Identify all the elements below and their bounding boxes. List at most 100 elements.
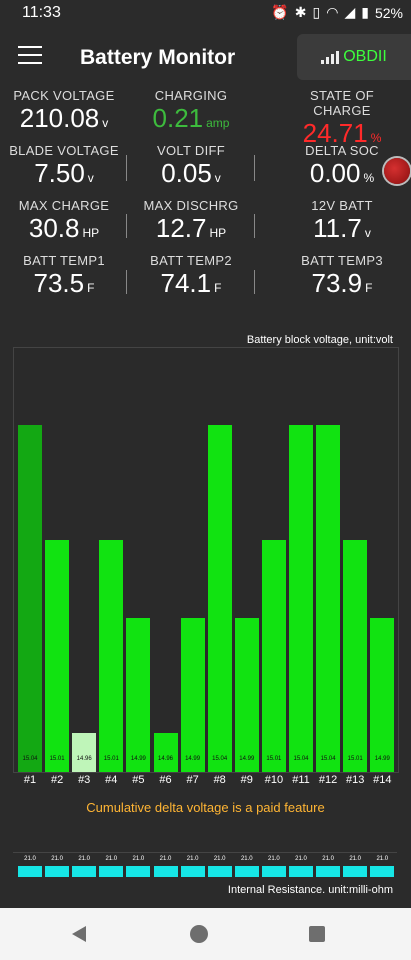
voltage-bar: 15.04 [289,424,313,772]
metric-value: 0.00 [309,158,361,188]
metrics-panel: PACK VOLTAGE 210.08 v CHARGING 0.21 amp STATE … [0,88,411,308]
metric-cell: VOLT DIFF 0.05 v [131,143,251,193]
voltage-bar: 15.01 [261,540,286,772]
bar-value-label: 14.96 [157,756,173,762]
metric-cell: MAX CHARGE 30.8 HP [4,198,124,248]
resistance-bar [153,866,178,877]
metric-cell: BATT TEMP3 73.9 F [282,253,402,303]
metric-unit: v [87,171,94,185]
voltage-bar: 14.96 [72,733,97,772]
metric-label: MAX DISCHRG [143,198,239,213]
divider [126,270,127,294]
resistance-value: 21.0 [349,856,362,862]
metric-value-line: 30.8 HP [4,213,124,248]
resistance-value: 21.0 [132,856,145,862]
navigation-bar [0,908,411,960]
resistance-value: 21.0 [186,856,199,862]
resistance-bar [180,866,205,877]
metric-label: 12V BATT [311,198,373,213]
metric-cell: CHARGING 0.21 amp [131,88,251,138]
status-time: 11:33 [22,4,61,21]
x-tick-label: #9 [240,774,253,786]
battery-percent: 52% [374,4,403,21]
metric-unit: HP [82,226,100,240]
metric-unit: HP [209,226,227,240]
divider [254,214,255,238]
home-icon[interactable] [190,925,208,943]
bar-value-label: 15.04 [22,756,38,762]
obd-label: OBDII [343,48,387,65]
resistance-value: 21.0 [322,856,334,862]
resistance-value: 21.0 [295,856,307,862]
resistance-baseline [13,852,397,853]
metric-label: PACK VOLTAGE [13,88,115,103]
metric-cell: MAX DISCHRG 12.7 HP [131,198,251,248]
resistance-value: 21.0 [213,856,226,862]
recent-apps-icon[interactable] [309,926,325,942]
metric-unit: F [365,281,373,295]
metric-cell: BATT TEMP1 73.5 F [4,253,124,303]
x-tick-label: #2 [50,774,64,786]
resistance-bar [261,866,286,877]
resistance-bar [370,866,395,877]
resistance-bar [234,866,259,877]
resistance-value: 21.0 [105,856,118,862]
metric-value: 0.21 [152,103,204,133]
status-bar: 11:33 ⏰ ✱ ▯ ◠ ◢ ▮ 52% [0,0,411,28]
voltage-bar: 14.96 [153,733,178,772]
metrics-row: BATT TEMP1 73.5 F BATT TEMP2 74.1 F BATT TEMP3… [0,253,411,308]
status-icons: ⏰ ✱ ▯ ◠ ◢ ▮ 52% [271,4,403,21]
x-tick-label: #5 [132,774,145,786]
metric-label: BATT TEMP1 [23,253,105,268]
x-tick-label: #1 [23,774,37,786]
bar-value-label: 14.99 [130,756,146,762]
menu-icon[interactable] [18,46,42,66]
divider [254,270,255,294]
metric-unit: amp [206,116,230,130]
metric-value-line: 12.7 HP [131,213,251,248]
metric-value-line: 0.21 amp [131,103,251,138]
resistance-bar [207,866,232,877]
obd-button[interactable]: OBDII [297,34,411,80]
metric-label: CHARGING [154,88,228,103]
metrics-row: BLADE VOLTAGE 7.50 v VOLT DIFF 0.05 v DELTA SO… [0,143,411,198]
resistance-bar [126,866,151,877]
bar-value-label: 14.99 [185,756,201,762]
resistance-value: 21.0 [240,856,253,862]
metric-label: BATT TEMP2 [150,253,232,268]
back-icon[interactable] [72,926,86,942]
metric-value-line: 7.50 v [4,158,124,193]
chart-title: Battery block voltage, unit:volt [246,334,393,346]
metric-label: BATT TEMP3 [301,253,383,268]
metric-value: 73.9 [311,268,363,298]
record-button[interactable] [384,158,410,184]
wifi-icon: ◠ [326,4,339,20]
metric-cell: BATT TEMP2 74.1 F [131,253,251,303]
metric-value-line: 0.05 v [131,158,251,193]
metric-value: 0.05 [161,158,212,188]
metric-value: 11.7 [313,213,362,243]
metric-unit: v [102,116,109,130]
metric-value: 73.5 [33,268,85,298]
paid-feature-note[interactable]: Cumulative delta voltage is a paid featu… [0,800,411,815]
resistance-bar [289,866,313,877]
resistance-bar [45,866,70,877]
voltage-bar: 15.04 [316,424,341,772]
vibrate-icon: ▯ [312,4,321,20]
bar-value-label: 15.01 [347,756,363,762]
x-tick-label: #3 [78,774,91,786]
divider [126,214,127,238]
metric-unit: % [363,171,375,185]
metric-value: 30.8 [28,213,80,243]
metric-unit: F [214,281,222,295]
bar-value-label: 15.01 [266,756,282,762]
resistance-bar [18,866,42,877]
resistance-title: Internal Resistance. unit:milli-ohm [227,884,393,896]
x-tick-label: #7 [186,774,199,786]
x-tick-label: #13 [346,774,365,786]
divider [254,155,255,181]
page-title: Battery Monitor [80,46,236,69]
x-tick-label: #10 [264,774,284,786]
voltage-bar: 14.99 [126,617,151,772]
metric-label: BLADE VOLTAGE [9,143,119,158]
